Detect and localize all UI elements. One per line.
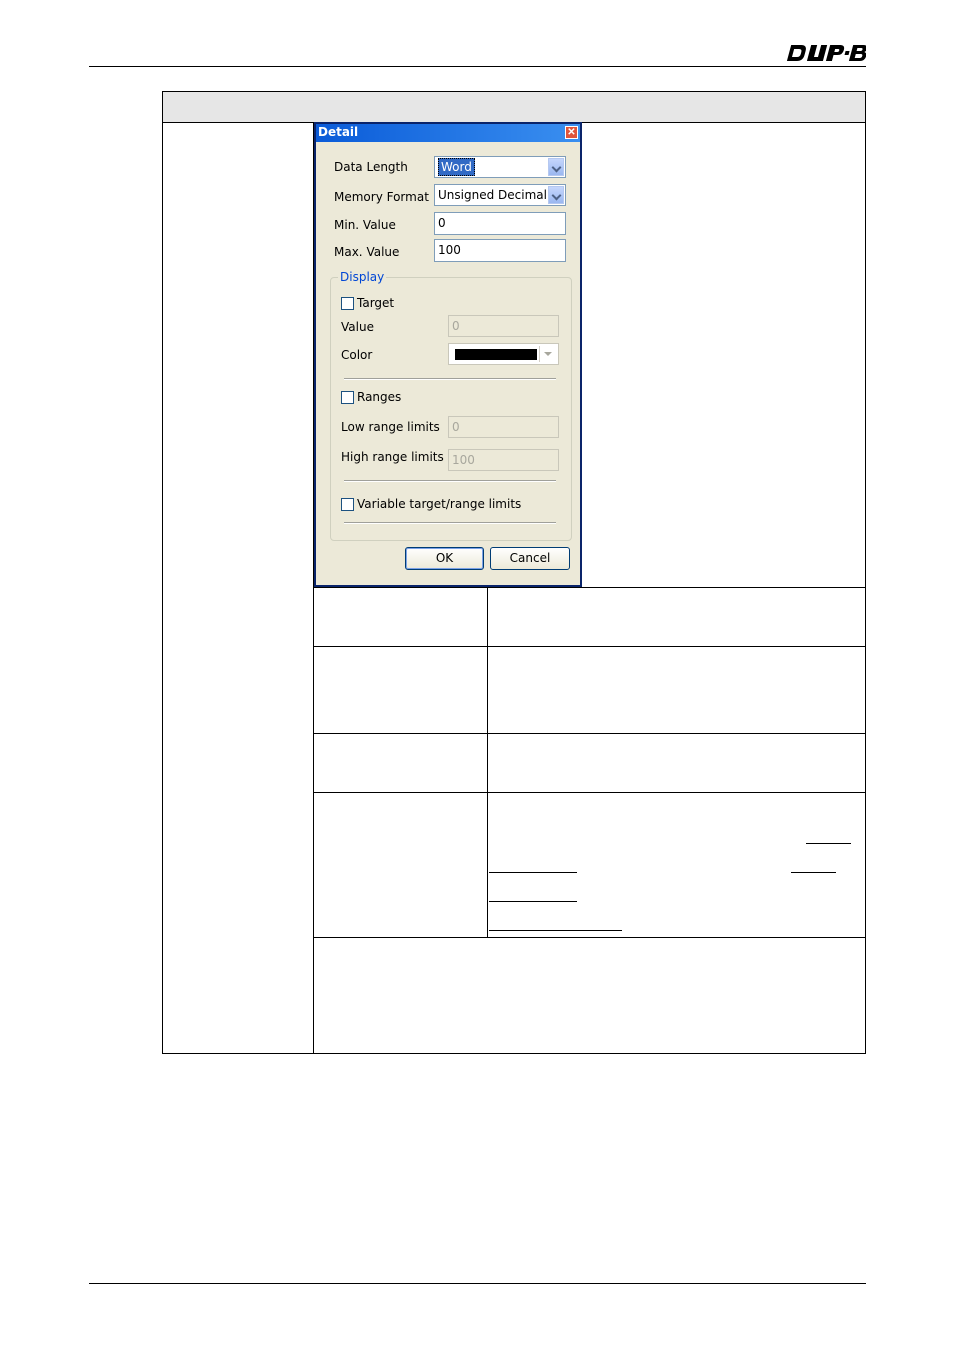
ranges-checkbox[interactable] — [341, 391, 354, 404]
underline-mark — [806, 843, 851, 844]
color-swatch — [455, 349, 537, 360]
detail-dialog: Detail ✕ Data Length Word Memory Format … — [314, 122, 582, 587]
close-icon[interactable]: ✕ — [565, 126, 578, 139]
dop-b-logo — [786, 45, 866, 61]
ranges-label: Ranges — [357, 390, 402, 404]
target-label: Target — [357, 296, 395, 310]
max-value-input[interactable]: 100 — [434, 239, 566, 262]
value-label: Value — [341, 320, 374, 334]
color-label: Color — [341, 348, 373, 362]
chevron-down-icon[interactable] — [548, 158, 564, 176]
dropdown-arrow-icon[interactable] — [539, 346, 556, 362]
variable-limits-label: Variable target/range limits — [357, 497, 522, 511]
color-picker[interactable] — [448, 343, 559, 365]
subtable-column-divider — [487, 587, 488, 937]
data-length-label: Data Length — [334, 160, 408, 174]
ok-button[interactable]: OK — [405, 547, 484, 570]
min-value-label: Min. Value — [334, 218, 396, 232]
low-range-input[interactable]: 0 — [448, 416, 559, 438]
data-length-value: Word — [438, 158, 475, 176]
max-value-label: Max. Value — [334, 245, 400, 259]
dialog-titlebar: Detail ✕ — [316, 124, 580, 142]
separator — [344, 480, 556, 482]
subtable-row-line — [313, 587, 866, 588]
high-range-input[interactable]: 100 — [448, 449, 559, 471]
underline-mark — [489, 872, 577, 873]
header-rule — [89, 66, 866, 67]
underline-mark — [489, 930, 622, 931]
cancel-button[interactable]: Cancel — [490, 547, 570, 570]
memory-format-select[interactable]: Unsigned Decimal — [434, 184, 566, 206]
underline-mark — [791, 872, 836, 873]
separator — [344, 378, 556, 380]
underline-mark — [489, 901, 577, 902]
low-range-label: Low range limits — [341, 420, 440, 434]
high-range-label: High range limits — [341, 450, 444, 464]
chevron-down-icon[interactable] — [548, 186, 564, 204]
min-value-input[interactable]: 0 — [434, 212, 566, 235]
variable-limits-checkbox[interactable] — [341, 498, 354, 511]
subtable-row-line — [313, 733, 866, 734]
subtable-row-line — [313, 646, 866, 647]
footer-rule — [89, 1283, 866, 1284]
memory-format-value: Unsigned Decimal — [438, 188, 547, 202]
subtable-row-line — [313, 937, 866, 938]
table-header-row — [163, 92, 865, 123]
separator — [344, 522, 556, 524]
target-checkbox[interactable] — [341, 297, 354, 310]
display-group-title: Display — [338, 270, 387, 284]
subtable-row-line — [313, 792, 866, 793]
target-value-input[interactable]: 0 — [448, 315, 559, 337]
data-length-select[interactable]: Word — [434, 156, 566, 178]
memory-format-label: Memory Format — [334, 190, 429, 204]
dialog-title: Detail — [318, 125, 359, 139]
